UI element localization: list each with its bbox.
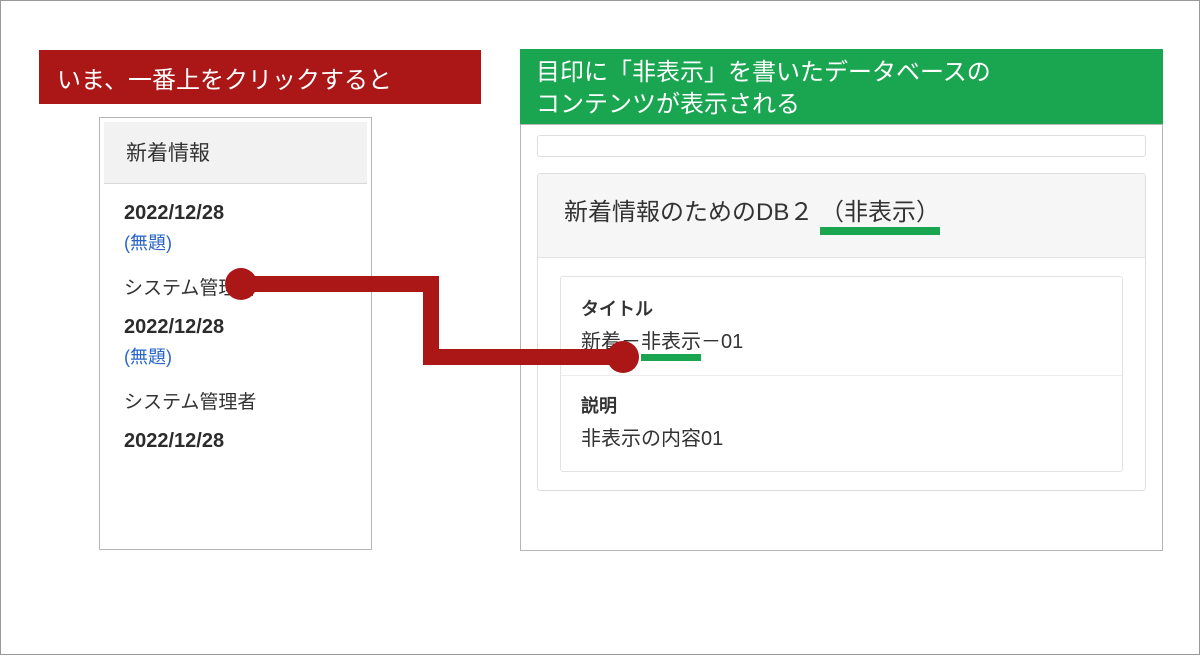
list-title-link[interactable]: (無題)	[124, 343, 347, 369]
panel-spacer	[537, 135, 1146, 157]
red-banner-text: いま、一番上をクリックすると	[57, 60, 392, 95]
list-date: 2022/12/28	[124, 430, 347, 453]
field-value-desc: 非表示の内容01	[581, 422, 1102, 451]
green-banner-line1: 目印に「非表示」を書いたデータベースの	[536, 57, 1153, 89]
db-header-highlight: （非表示）	[820, 192, 940, 235]
field-label-desc: 説明	[581, 392, 1102, 418]
green-banner: 目印に「非表示」を書いたデータベースの コンテンツが表示される	[520, 49, 1163, 125]
db-detail-panel: 新着情報のためのDB２ （非表示） タイトル 新着－非表示－01 説明 非表示の…	[520, 124, 1163, 551]
green-banner-line2: コンテンツが表示される	[536, 89, 1153, 121]
red-banner: いま、一番上をクリックすると	[39, 50, 481, 104]
list-author: システム管理者	[124, 273, 347, 300]
field-value-highlight: 非表示	[641, 325, 701, 361]
field-label-title: タイトル	[581, 295, 1102, 321]
field-divider	[561, 375, 1122, 376]
list-author: システム管理者	[124, 387, 347, 414]
list-item[interactable]: 2022/12/28 (無題)	[124, 316, 347, 369]
list-date: 2022/12/28	[124, 316, 347, 339]
db-header: 新着情報のためのDB２ （非表示）	[538, 174, 1145, 258]
list-date: 2022/12/28	[124, 202, 347, 225]
news-list-panel: 新着情報 2022/12/28 (無題) システム管理者 2022/12/28 …	[99, 117, 372, 550]
db-block: 新着情報のためのDB２ （非表示） タイトル 新着－非表示－01 説明 非表示の…	[537, 173, 1146, 491]
db-header-prefix: 新着情報のためのDB２	[564, 199, 820, 226]
db-content-box: タイトル 新着－非表示－01 説明 非表示の内容01	[560, 276, 1123, 472]
news-list-body: 2022/12/28 (無題) システム管理者 2022/12/28 (無題) …	[100, 184, 371, 453]
list-item[interactable]: 2022/12/28	[124, 430, 347, 453]
field-value-title: 新着－非表示－01	[581, 325, 1102, 361]
list-item[interactable]: 2022/12/28 (無題)	[124, 202, 347, 255]
list-title-link[interactable]: (無題)	[124, 229, 347, 255]
news-list-header: 新着情報	[104, 122, 367, 184]
